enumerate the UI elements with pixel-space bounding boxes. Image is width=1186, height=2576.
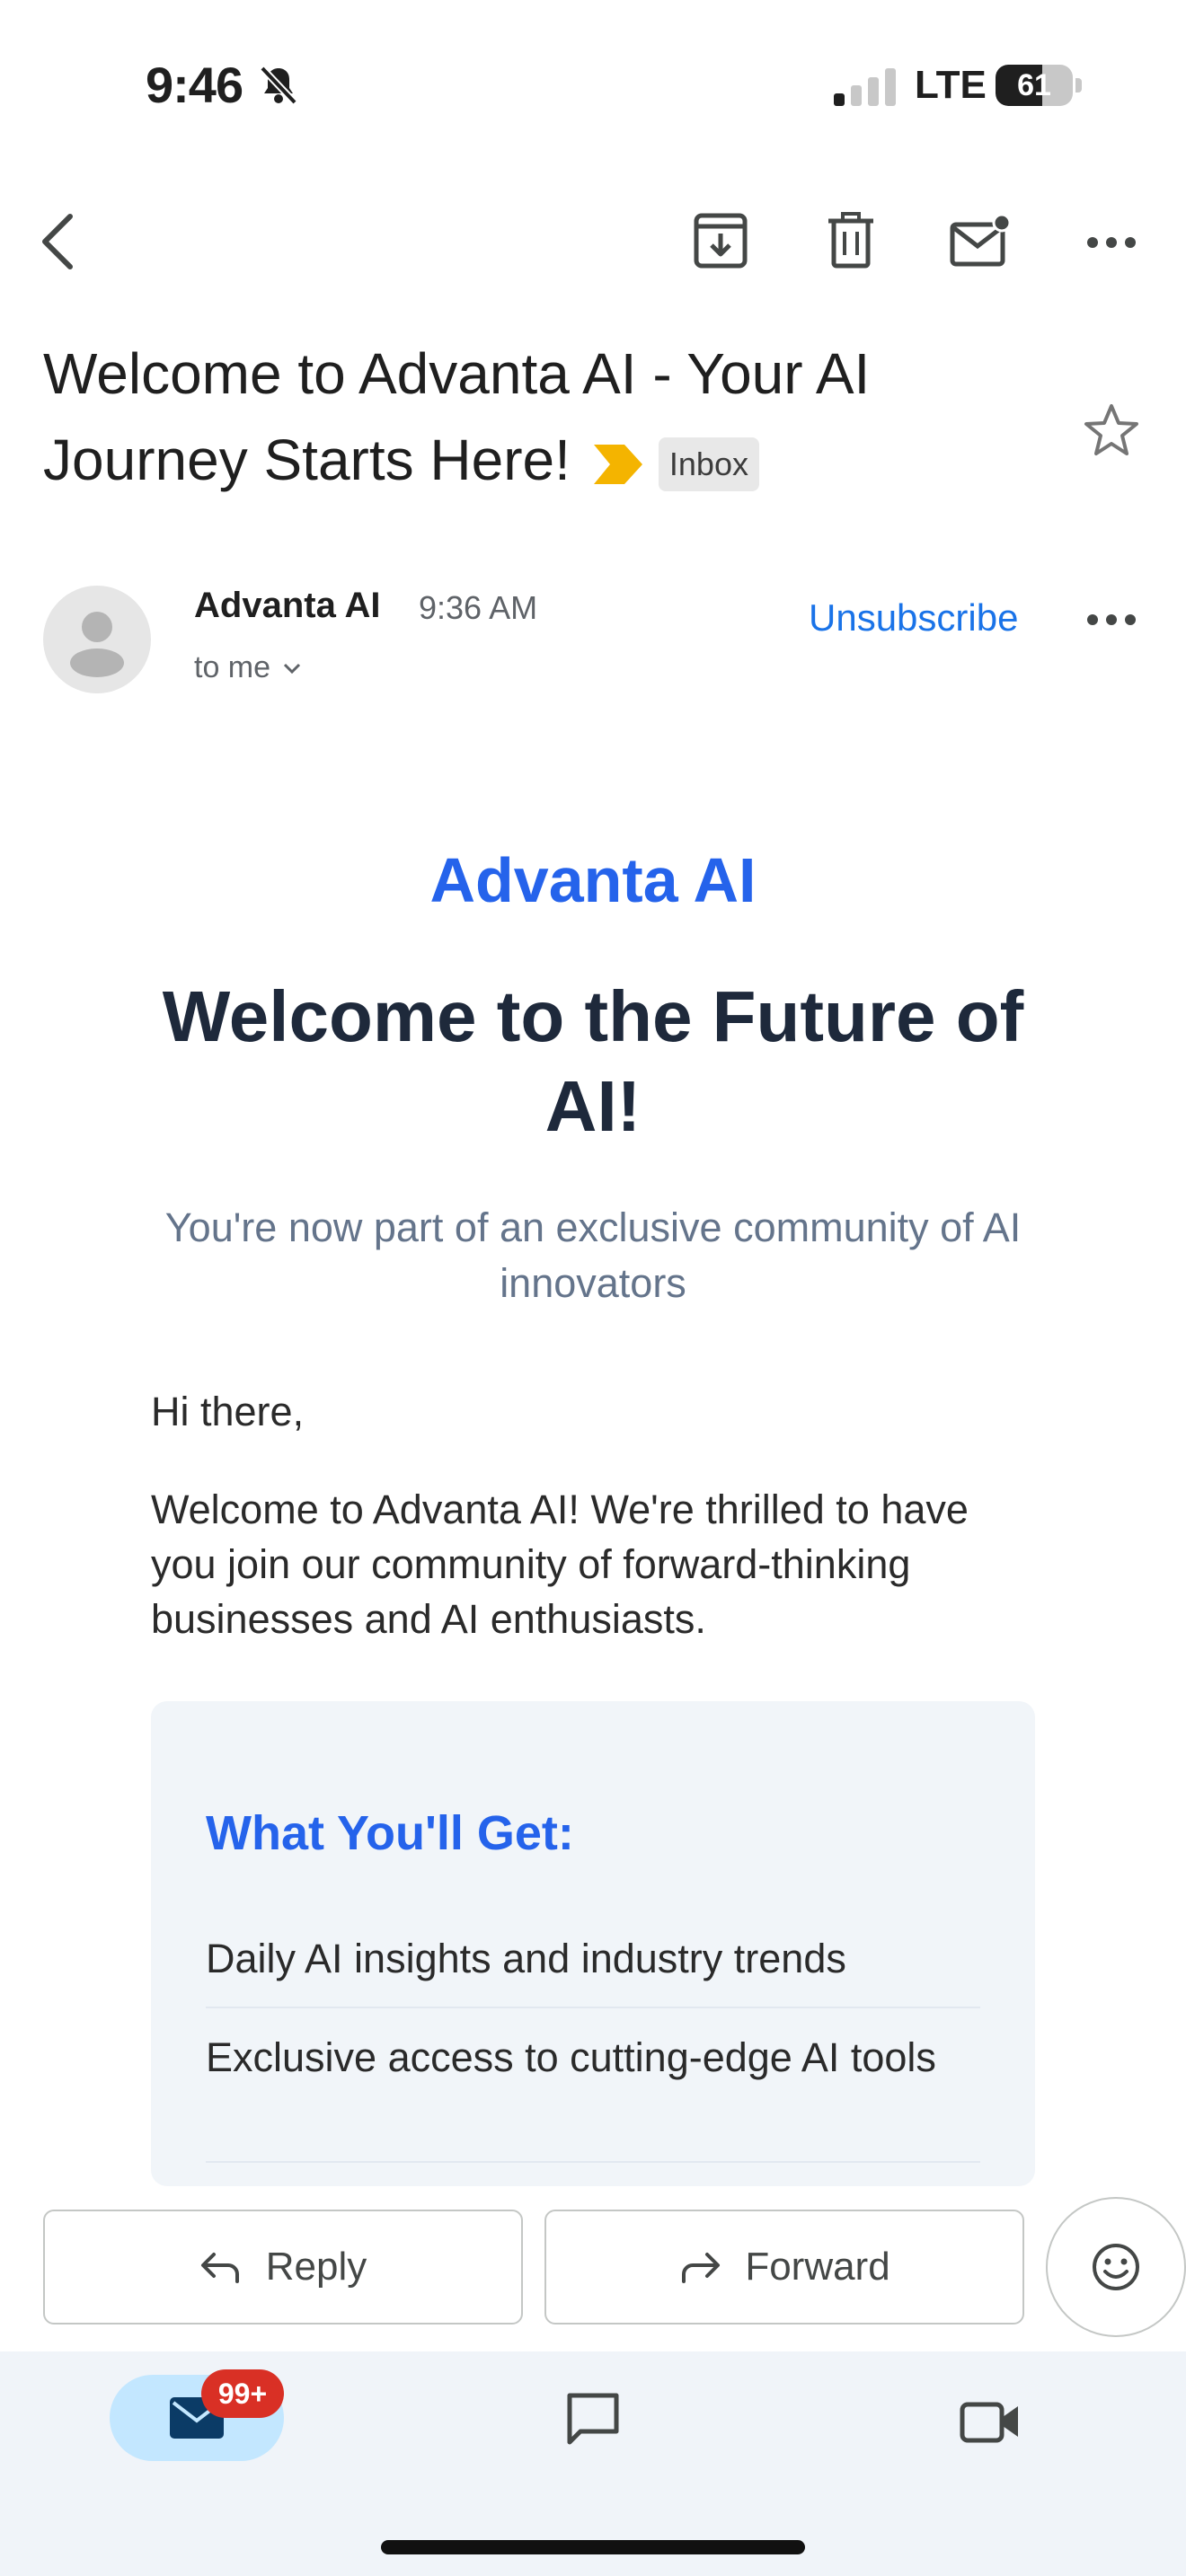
battery-percent: 61 (1017, 68, 1051, 102)
reply-button[interactable]: Reply (43, 2210, 523, 2325)
unsubscribe-link[interactable]: Unsubscribe (809, 596, 1018, 640)
network-label: LTE (915, 63, 987, 107)
home-indicator (381, 2540, 805, 2554)
send-time: 9:36 AM (419, 589, 538, 626)
recipient-toggle[interactable]: to me (194, 650, 303, 685)
intro-paragraph: Welcome to Advanta AI! We're thrilled to… (151, 1486, 969, 1642)
reply-label: Reply (265, 2245, 367, 2289)
nav-meet-tab[interactable] (952, 2389, 1028, 2454)
greeting-text: Hi there, (151, 1389, 305, 1434)
chat-icon (567, 2393, 619, 2445)
delete-button[interactable] (819, 205, 882, 277)
hero-title: Welcome to the Future of AI! (162, 976, 1024, 1146)
chevron-down-icon (283, 663, 301, 674)
bell-off-icon (260, 66, 297, 105)
reply-icon (200, 2253, 239, 2283)
sender-avatar[interactable] (43, 586, 151, 693)
archive-button[interactable] (688, 205, 753, 277)
more-horizontal-icon (1087, 237, 1136, 248)
video-icon (960, 2402, 1018, 2443)
sender-name[interactable]: Advanta AI (194, 586, 380, 626)
star-button[interactable] (1078, 397, 1145, 463)
archive-icon (694, 213, 748, 269)
chevron-left-icon (42, 214, 73, 269)
benefit-item: Exclusive access to cutting-edge AI tool… (206, 2034, 936, 2080)
emoji-reaction-button[interactable] (1046, 2197, 1186, 2337)
more-options-button[interactable] (1078, 225, 1145, 260)
star-icon (1084, 404, 1138, 455)
email-subject: Welcome to Advanta AI - Your AI Journey … (43, 331, 1013, 503)
status-time: 9:46 (146, 57, 243, 113)
inbox-label-chip[interactable]: Inbox (658, 437, 759, 492)
benefit-item: Daily AI insights and industry trends (206, 1936, 846, 1981)
forward-label: Forward (745, 2245, 890, 2289)
unread-count-badge: 99+ (201, 2369, 284, 2418)
signal-icon (834, 68, 896, 106)
benefit-divider (206, 2161, 980, 2163)
more-horizontal-icon (1087, 614, 1136, 625)
brand-heading: Advanta AI (429, 845, 757, 915)
mail-unread-icon (950, 214, 1011, 267)
back-button[interactable] (31, 203, 84, 280)
benefits-title: What You'll Get: (206, 1806, 574, 1860)
status-bar: 9:46 LTE 61 (0, 0, 1186, 171)
forward-icon (682, 2253, 721, 2283)
hero-subtitle: You're now part of an exclusive communit… (164, 1204, 1022, 1306)
battery-icon: 61 (996, 65, 1082, 106)
forward-button[interactable]: Forward (544, 2210, 1024, 2325)
person-icon (70, 612, 124, 677)
mark-unread-button[interactable] (947, 205, 1013, 277)
trash-icon (828, 212, 873, 269)
nav-chat-tab[interactable] (557, 2386, 629, 2454)
benefit-divider (206, 2007, 980, 2008)
recipient-label: to me (194, 650, 271, 684)
smiley-icon (1093, 2244, 1139, 2290)
message-more-button[interactable] (1078, 602, 1145, 638)
importance-marker-icon[interactable] (593, 445, 642, 485)
